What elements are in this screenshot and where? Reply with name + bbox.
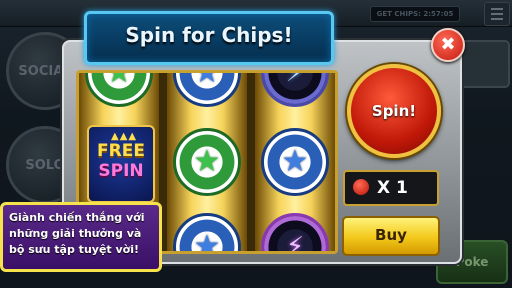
free-spin-icon: ▲▲▲ FREE SPIN bbox=[87, 125, 155, 203]
lightning-chip-icon: ⚡ bbox=[261, 73, 329, 107]
dialog-title: Spin for Chips! bbox=[84, 11, 334, 65]
purple-lightning-chip-icon: ⚡ bbox=[261, 213, 329, 251]
blue-star-chip-icon: ★ bbox=[261, 128, 329, 196]
reel-2: ★ ★ ★ bbox=[167, 73, 247, 251]
spin-button[interactable]: Spin! bbox=[347, 64, 441, 158]
green-star-chip-icon: ★ bbox=[173, 128, 241, 196]
chip-icon bbox=[353, 179, 369, 195]
promo-line-3: bộ sưu tập tuyệt vời! bbox=[9, 243, 140, 256]
promo-line-2: những giải thưởng và bbox=[9, 227, 142, 240]
close-icon[interactable]: ✖ bbox=[431, 28, 465, 62]
buy-button[interactable]: Buy bbox=[342, 216, 440, 256]
burst-rays-icon: ▲▲▲ bbox=[111, 131, 138, 142]
multiplier-value: X 1 bbox=[377, 178, 408, 198]
multiplier-selector[interactable]: X 1 bbox=[343, 170, 439, 206]
blue-star-chip-icon: ★ bbox=[173, 73, 241, 107]
blue-star-chip-icon: ★ bbox=[173, 213, 241, 251]
promo-line-1: Giành chiến thắng với bbox=[9, 211, 145, 224]
free-spin-line2: SPIN bbox=[98, 161, 144, 181]
free-spin-line1: FREE bbox=[97, 141, 145, 161]
green-star-chip-icon: ★ bbox=[85, 73, 153, 107]
promo-banner: Giành chiến thắng với những giải thưởng … bbox=[0, 202, 162, 272]
reel-3: ⚡ ★ ⚡ bbox=[255, 73, 335, 251]
